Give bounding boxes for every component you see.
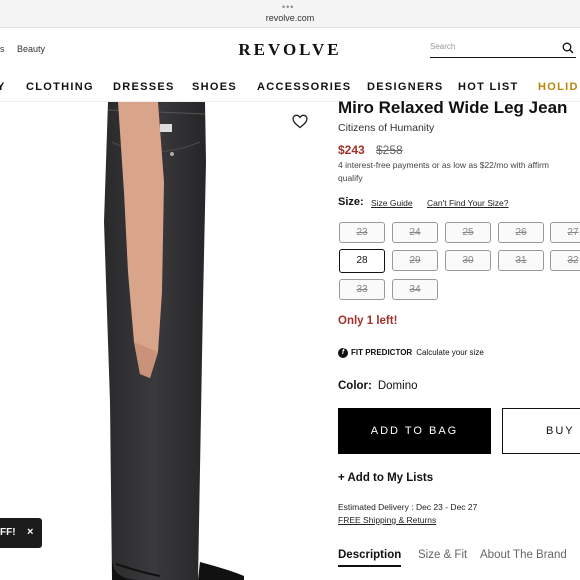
nav-item-designers[interactable]: DESIGNERS (367, 81, 444, 93)
sale-price: $243 (338, 143, 365, 157)
browser-chrome: ••• revolve.com (0, 0, 580, 28)
promo-text: FF! (0, 527, 16, 538)
free-shipping-link[interactable]: FREE Shipping & Returns (338, 515, 436, 525)
size-label: Size: (338, 196, 364, 208)
size-option-34[interactable]: 34 (392, 279, 438, 300)
tab-description[interactable]: Description (338, 549, 402, 567)
size-option-24[interactable]: 24 (392, 222, 438, 243)
stock-warning: Only 1 left! (338, 315, 398, 327)
product-details: Miro Relaxed Wide Leg Jean Citizens of H… (338, 98, 580, 580)
size-guide-link[interactable]: Size Guide (371, 198, 413, 208)
add-to-lists-link[interactable]: + Add to My Lists (338, 472, 433, 484)
fit-predictor-text: Calculate your size (416, 348, 484, 358)
product-title: Miro Relaxed Wide Leg Jean (338, 98, 568, 117)
size-option-25[interactable]: 25 (445, 222, 491, 243)
affirm-qualify-link[interactable]: qualify (338, 173, 363, 183)
affirm-message: 4 interest-free payments or as low as $2… (338, 160, 550, 170)
size-option-27[interactable]: 27 (550, 222, 580, 243)
close-icon[interactable]: × (27, 526, 33, 538)
estimated-delivery: Estimated Delivery : Dec 23 - Dec 27 (338, 502, 478, 512)
promo-banner[interactable]: FF! × (0, 518, 42, 548)
color-value: Domino (377, 380, 418, 392)
product-brand[interactable]: Citizens of Humanity (338, 122, 434, 134)
tab-about-brand[interactable]: About The Brand (480, 549, 567, 561)
nav-item-hot-list[interactable]: HOT LIST (458, 81, 519, 93)
size-option-33[interactable]: 33 (339, 279, 385, 300)
buy-now-button[interactable]: BUY N (502, 408, 580, 454)
product-image[interactable] (0, 102, 325, 580)
browser-menu-dots[interactable]: ••• (282, 2, 294, 12)
size-option-29[interactable]: 29 (392, 250, 438, 271)
size-option-32[interactable]: 32 (550, 250, 580, 271)
site-header: s Beauty REVOLVE (0, 28, 580, 72)
nav-item-clothing[interactable]: CLOTHING (26, 81, 94, 93)
nav-item-holiday[interactable]: HOLID (538, 81, 579, 93)
product-photo-jeans (104, 102, 244, 580)
size-option-23[interactable]: 23 (339, 222, 385, 243)
add-to-bag-button[interactable]: ADD TO BAG (338, 408, 491, 454)
fit-predictor-name: FIT PREDICTOR (351, 348, 413, 358)
original-price: $258 (376, 143, 403, 157)
nav-item-dresses[interactable]: DRESSES (113, 81, 175, 93)
cant-find-size-link[interactable]: Can't Find Your Size? (427, 198, 508, 208)
fit-predictor-icon: f (338, 348, 348, 358)
nav-item-shoes[interactable]: SHOES (192, 81, 237, 93)
color-label: Color: (338, 380, 372, 392)
search-bar (430, 40, 576, 58)
color-row: Color: Domino (338, 380, 418, 392)
search-icon[interactable] (562, 42, 574, 54)
size-option-31[interactable]: 31 (498, 250, 544, 271)
size-option-28[interactable]: 28 (339, 249, 385, 273)
size-option-30[interactable]: 30 (445, 250, 491, 271)
tab-size-fit[interactable]: Size & Fit (418, 549, 467, 561)
nav-item-accessories[interactable]: ACCESSORIES (257, 81, 351, 93)
browser-url[interactable]: revolve.com (0, 13, 580, 23)
size-option-26[interactable]: 26 (498, 222, 544, 243)
heart-icon[interactable] (292, 114, 308, 129)
fit-predictor[interactable]: f FIT PREDICTOR Calculate your size (338, 348, 484, 358)
nav-item-partial[interactable]: Y (0, 81, 6, 93)
search-input[interactable] (430, 42, 550, 51)
